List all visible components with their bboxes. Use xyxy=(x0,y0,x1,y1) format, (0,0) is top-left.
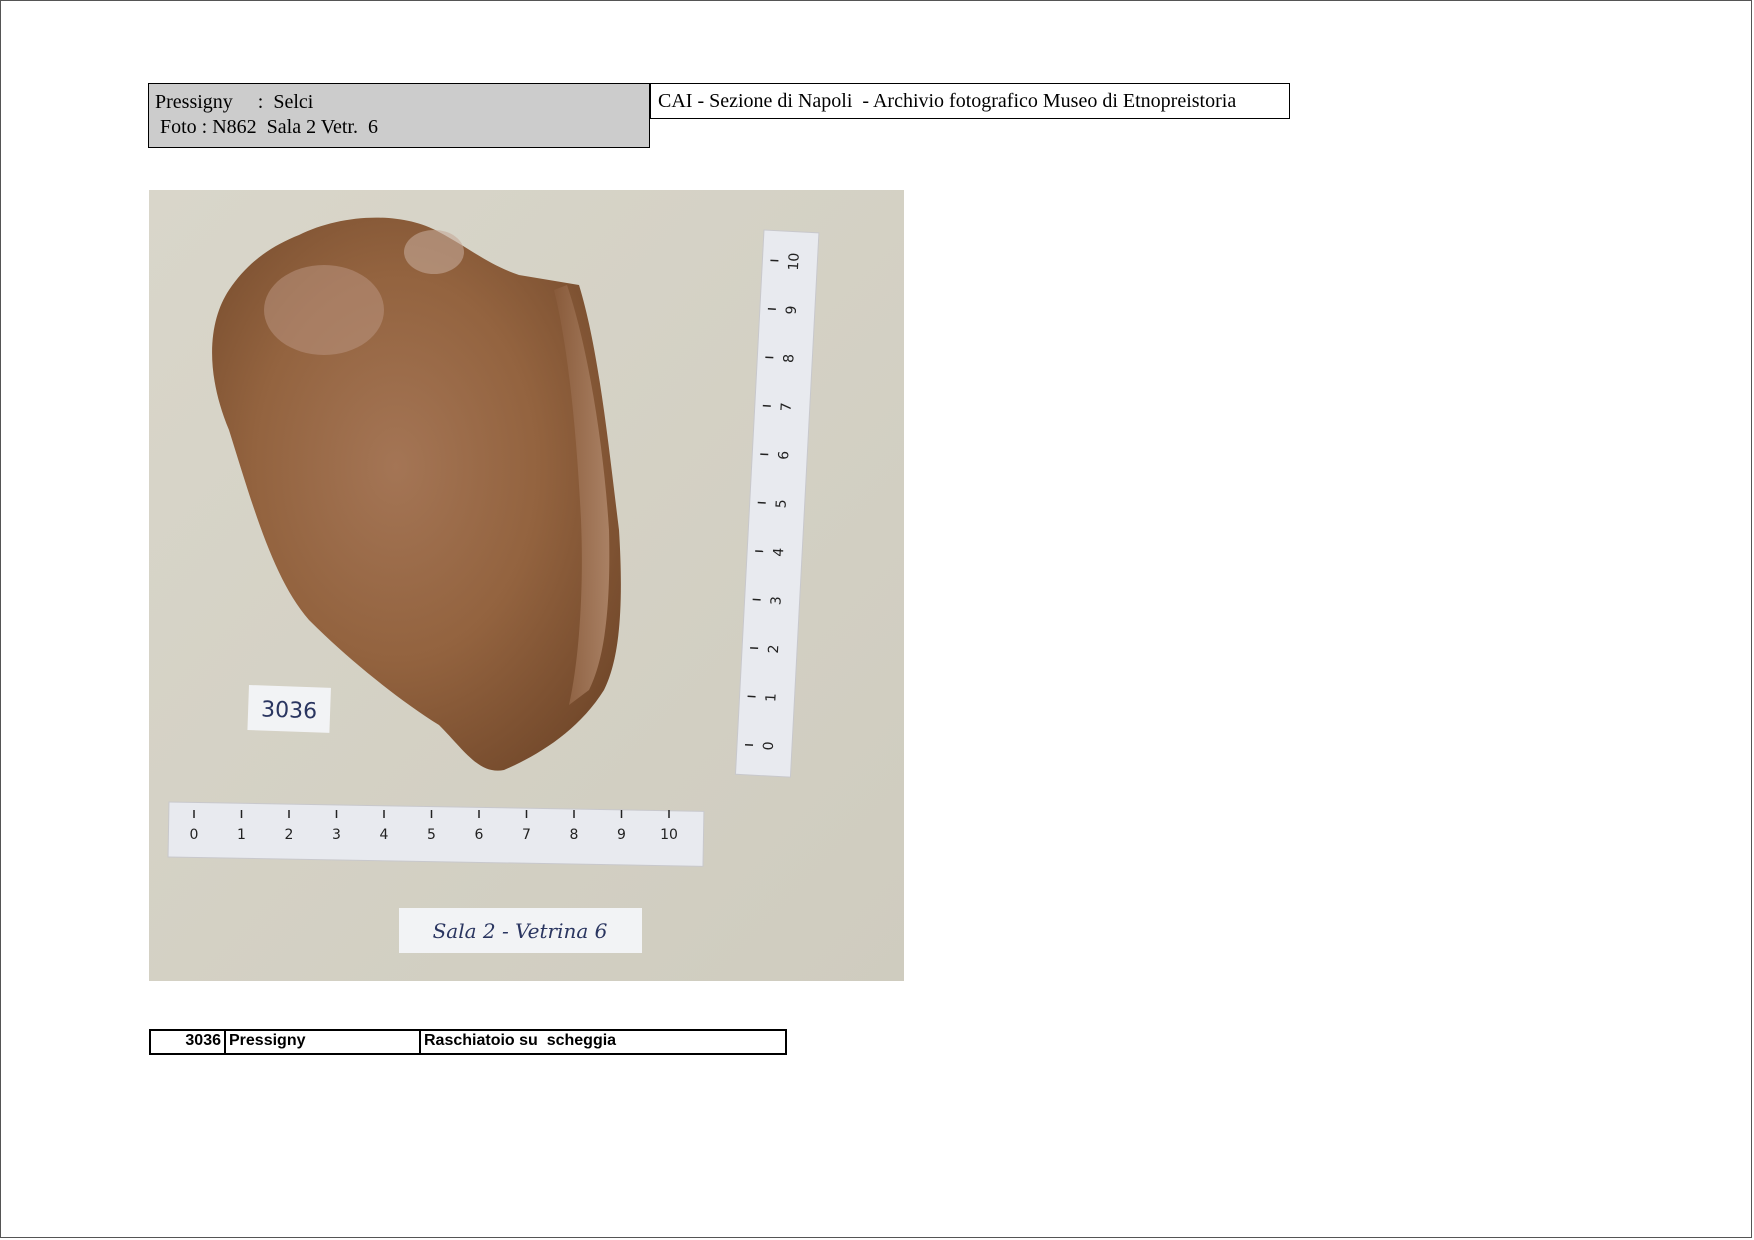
ruler-numeral: 8 xyxy=(570,827,579,843)
flint-notch xyxy=(404,230,464,274)
ruler-numeral: 2 xyxy=(766,644,782,654)
ruler-numeral: 2 xyxy=(285,827,294,843)
ruler-numeral: 3 xyxy=(768,596,784,606)
header-info-box: Pressigny : Selci Foto : N862 Sala 2 Vet… xyxy=(148,83,650,148)
ruler-numeral: 0 xyxy=(190,827,199,843)
ruler-numeral: 4 xyxy=(380,827,389,843)
catalog-number: 3036 xyxy=(151,1031,226,1053)
horizontal-ruler: 0 1 2 3 4 5 6 7 8 9 10 xyxy=(167,801,705,867)
ruler-numeral: 10 xyxy=(786,252,803,271)
ruler-numeral: 10 xyxy=(660,827,678,843)
ruler-numeral: 4 xyxy=(771,547,787,557)
ruler-numeral: 9 xyxy=(784,305,800,315)
ruler-numeral: 1 xyxy=(237,827,246,843)
ruler-numeral: 8 xyxy=(781,354,797,364)
artifact-photo: 0 1 2 3 4 5 6 7 8 9 10 0 1 2 3 4 5 6 7 8 9 10 3036 Sala 2 - … xyxy=(149,190,904,981)
ruler-numeral: 5 xyxy=(427,827,436,843)
ruler-numeral: 3 xyxy=(332,827,341,843)
number-label: 3036 xyxy=(247,685,331,733)
ruler-numeral: 7 xyxy=(522,827,531,843)
ruler-numeral: 6 xyxy=(776,450,792,460)
ruler-numeral: 7 xyxy=(779,402,795,412)
header-photo-line: Foto : N862 Sala 2 Vetr. 6 xyxy=(160,116,378,138)
catalog-table-row: 3036 Pressigny Raschiatoio su scheggia xyxy=(149,1029,787,1055)
ruler-numeral: 1 xyxy=(763,693,779,703)
artifact-photo-drawing: 0 1 2 3 4 5 6 7 8 9 10 0 1 2 3 4 5 6 7 8 9 10 3036 Sala 2 - … xyxy=(149,190,904,981)
header-archive-title: CAI - Sezione di Napoli - Archivio fotog… xyxy=(650,83,1290,119)
location-label: Sala 2 - Vetrina 6 xyxy=(399,908,642,953)
catalog-site: Pressigny xyxy=(226,1031,421,1053)
ruler-numeral: 5 xyxy=(773,499,789,509)
number-label-text: 3036 xyxy=(261,697,318,724)
catalog-description: Raschiatoio su scheggia xyxy=(424,1032,617,1049)
header-site-line: Pressigny : Selci xyxy=(155,91,314,113)
ruler-numeral: 6 xyxy=(475,827,484,843)
flint-light-patch xyxy=(264,265,384,355)
ruler-numeral: 9 xyxy=(617,827,626,843)
location-label-text: Sala 2 - Vetrina 6 xyxy=(433,919,608,943)
ruler-numeral: 0 xyxy=(761,741,777,751)
